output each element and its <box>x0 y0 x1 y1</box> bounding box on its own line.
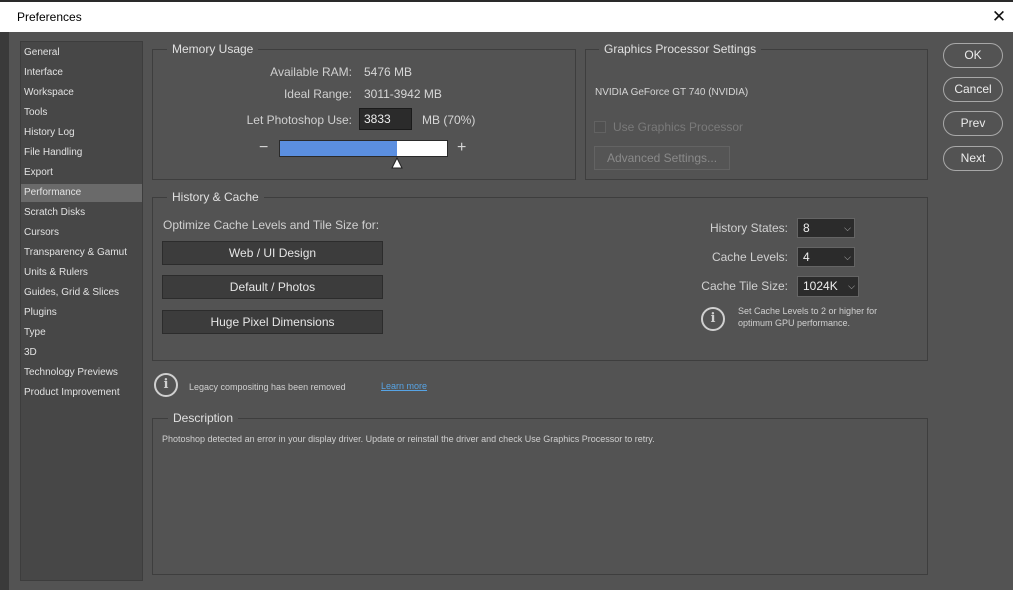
sidebar-item-technology-previews[interactable]: Technology Previews <box>21 364 142 382</box>
sidebar-item-file-handling[interactable]: File Handling <box>21 144 142 162</box>
cache-levels-select[interactable]: 4 ⌵ <box>797 247 855 267</box>
optimize-cache-label: Optimize Cache Levels and Tile Size for: <box>163 218 380 232</box>
sidebar-item-performance[interactable]: Performance <box>21 184 142 202</box>
ideal-range-label: Ideal Range: <box>283 87 352 101</box>
sidebar-item-scratch-disks[interactable]: Scratch Disks <box>21 204 142 222</box>
advanced-settings-button[interactable]: Advanced Settings... <box>594 146 730 170</box>
sidebar-item-interface[interactable]: Interface <box>21 64 142 82</box>
close-icon[interactable]: ✕ <box>988 4 1010 30</box>
sidebar-item-units-rulers[interactable]: Units & Rulers <box>21 264 142 282</box>
ok-button[interactable]: OK <box>943 43 1003 68</box>
cache-tile-size-select[interactable]: 1024K ⌵ <box>797 276 859 297</box>
sidebar-item-workspace[interactable]: Workspace <box>21 84 142 102</box>
history-cache-title: History & Cache <box>167 190 264 204</box>
use-gpu-label: Use Graphics Processor <box>613 120 744 134</box>
sidebar-item-general[interactable]: General <box>21 44 142 62</box>
title-bar: Preferences ✕ <box>0 2 1013 32</box>
sidebar-item-3d[interactable]: 3D <box>21 344 142 362</box>
gpu-device-name: NVIDIA GeForce GT 740 (NVIDIA) <box>595 87 749 98</box>
ideal-range-value: 3011-3942 MB <box>364 87 442 101</box>
decrease-memory-button[interactable]: − <box>259 139 268 157</box>
use-gpu-checkbox[interactable] <box>594 121 606 133</box>
cache-levels-value: 4 <box>803 250 810 264</box>
sidebar-item-transparency-gamut[interactable]: Transparency & Gamut <box>21 244 142 262</box>
info-icon: i <box>154 373 178 397</box>
available-ram-value: 5476 MB <box>364 65 413 79</box>
sidebar-item-product-improvement[interactable]: Product Improvement <box>21 384 142 402</box>
let-photoshop-use-label: Let Photoshop Use: <box>246 113 352 127</box>
sidebar-item-tools[interactable]: Tools <box>21 104 142 122</box>
sidebar-item-guides-grid-slices[interactable]: Guides, Grid & Slices <box>21 284 142 302</box>
chevron-down-icon: ⌵ <box>848 281 855 291</box>
sidebar-item-export[interactable]: Export <box>21 164 142 182</box>
cache-tile-size-label: Cache Tile Size: <box>701 279 788 293</box>
info-icon: i <box>701 307 725 331</box>
chevron-down-icon: ⌵ <box>844 223 851 233</box>
memory-usage-title: Memory Usage <box>167 42 259 56</box>
sidebar-item-history-log[interactable]: History Log <box>21 124 142 142</box>
increase-memory-button[interactable]: + <box>457 139 466 157</box>
cache-tile-size-value: 1024K <box>803 279 838 293</box>
sidebar-item-cursors[interactable]: Cursors <box>21 224 142 242</box>
memory-unit-label: MB (70%) <box>422 113 476 127</box>
history-states-label: History States: <box>709 221 788 235</box>
learn-more-link[interactable]: Learn more <box>381 381 427 391</box>
window-edge <box>0 32 9 590</box>
description-text: Photoshop detected an error in your disp… <box>162 434 655 444</box>
sidebar-item-type[interactable]: Type <box>21 324 142 342</box>
gpu-settings-title: Graphics Processor Settings <box>599 42 762 56</box>
legacy-compositing-text: Legacy compositing has been removed <box>189 382 346 392</box>
description-title: Description <box>168 411 239 425</box>
available-ram-label: Available RAM: <box>270 65 352 79</box>
sidebar: General Interface Workspace Tools Histor… <box>20 41 143 581</box>
cancel-button[interactable]: Cancel <box>943 77 1003 102</box>
huge-pixel-dimensions-button[interactable]: Huge Pixel Dimensions <box>162 310 383 334</box>
chevron-down-icon: ⌵ <box>844 252 851 262</box>
window-title: Preferences <box>17 10 82 24</box>
cache-note-line1: Set Cache Levels to 2 or higher for <box>738 306 878 316</box>
memory-amount-input[interactable]: 3833 <box>359 108 412 130</box>
cache-levels-label: Cache Levels: <box>711 250 788 264</box>
history-states-value: 8 <box>803 221 810 235</box>
default-photos-button[interactable]: Default / Photos <box>162 275 383 299</box>
history-states-select[interactable]: 8 ⌵ <box>797 218 855 238</box>
prev-button[interactable]: Prev <box>943 111 1003 136</box>
sidebar-item-plugins[interactable]: Plugins <box>21 304 142 322</box>
cache-note-line2: optimum GPU performance. <box>738 318 851 328</box>
memory-slider-track[interactable] <box>279 140 448 157</box>
memory-slider-fill <box>280 141 397 156</box>
web-ui-design-button[interactable]: Web / UI Design <box>162 241 383 265</box>
next-button[interactable]: Next <box>943 146 1003 171</box>
